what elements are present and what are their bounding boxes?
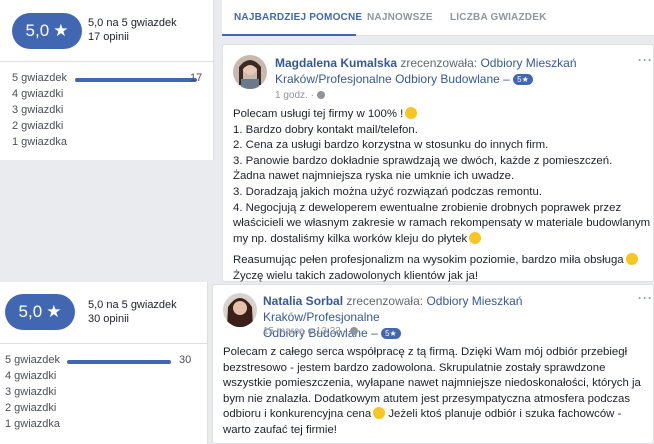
smile-emoji-icon: [373, 407, 386, 420]
rating-row-label: 5 gwiazdek: [12, 72, 68, 84]
rating-value: 5,0: [25, 21, 50, 40]
rating-breakdown: 5 gwiazdek 17 4 gwiazdki 3 gwiazdki 2 gwi…: [12, 72, 207, 152]
rating-row-label: 4 gwiazdki: [12, 88, 64, 100]
author-name[interactable]: Magdalena Kumalska: [275, 56, 397, 70]
rating-row-label: 3 gwiazdki: [12, 104, 64, 116]
review-line: Żadna nawet najmniejsza ryska nie umknie…: [233, 170, 515, 183]
rating-badge: 5★: [381, 328, 401, 340]
rating-row-5[interactable]: 5 gwiazdek 30: [5, 354, 200, 370]
rating-row-label: 2 gwiazdki: [5, 402, 57, 414]
rating-breakdown: 5 gwiazdek 30 4 gwiazdki 3 gwiazdki 2 gwi…: [5, 354, 200, 434]
review-meta: 15 marca o 13:33 ·: [263, 326, 358, 337]
rating-summary-2: 5,0 ★ 5,0 na 5 gwiazdek 30 opinii 5 gwiaz…: [0, 282, 208, 444]
star-icon: ★: [46, 302, 62, 321]
rating-row-label: 1 gwiazdka: [12, 136, 68, 148]
rating-row-label: 4 gwiazdki: [5, 370, 57, 382]
avatar[interactable]: [233, 55, 267, 89]
review-line: odbioru i konkurencyjna cena: [223, 408, 372, 421]
rating-summary-1: 5,0 ★ 5,0 na 5 gwiazdek 17 opinii 5 gwiaz…: [0, 0, 214, 160]
review-line: wszystkie pomieszczenia, wyłapane nawet …: [223, 377, 641, 390]
review-line: 1. Bardzo dobry kontakt mail/telefon.: [233, 123, 418, 136]
rating-out-of: 5,0 na 5 gwiazdek: [88, 17, 177, 29]
review-line: bym nie znalazła. Dodatkowym atutem jest…: [223, 392, 631, 405]
review-line: 3. Doradzają jakich można użyć rozwiązań…: [233, 185, 542, 198]
star-icon: ★: [53, 21, 69, 40]
review-line: Polecam z całego serca współpracę z tą f…: [223, 346, 628, 358]
rating-row-1[interactable]: 1 gwiazdka: [5, 418, 200, 434]
rating-row-count: 17: [190, 72, 203, 84]
smile-emoji-icon: [625, 253, 638, 266]
rating-pill[interactable]: 5,0 ★: [12, 13, 82, 49]
review-line: warto zaufać tej firmie!: [223, 423, 337, 436]
review-line: bezstresowo - jestem bardzo zadowolona. …: [223, 361, 606, 374]
review-post-2: Natalia Sorbal zrecenzowała: Odbiory Mie…: [212, 284, 654, 444]
avatar[interactable]: [223, 293, 257, 327]
author-name[interactable]: Natalia Sorbal: [263, 294, 343, 308]
review-count: 30 opinii: [88, 313, 129, 325]
rating-bar: [67, 360, 171, 364]
review-line: Życzę wielu takich zadowolonych klientów…: [233, 269, 479, 282]
rating-summary-text: 5,0 na 5 gwiazdek 30 opinii: [88, 298, 177, 326]
rating-row-2[interactable]: 2 gwiazdki: [12, 120, 207, 136]
smile-emoji-icon: [469, 231, 482, 244]
review-time[interactable]: 15 marca o 13:33 ·: [263, 326, 347, 337]
globe-icon: [349, 327, 358, 336]
review-line: Polecam usługi tej firmy w 100% !: [233, 108, 404, 120]
rating-row-2[interactable]: 2 gwiazdki: [5, 402, 200, 418]
rating-summary-header: 5,0 ★ 5,0 na 5 gwiazdek 30 opinii: [0, 282, 207, 344]
rating-badge: 5★: [513, 74, 533, 86]
review-header: Magdalena Kumalska zrecenzowała: Odbiory…: [275, 55, 605, 87]
review-line: Jeżeli ktoś planuje odbiór i szuka facho…: [388, 408, 622, 421]
review-post-1: Magdalena Kumalska zrecenzowała: Odbiory…: [222, 44, 654, 282]
page-link[interactable]: Odbiory Mieszkań: [480, 56, 576, 70]
rating-summary-header: 5,0 ★ 5,0 na 5 gwiazdek 17 opinii: [0, 0, 213, 62]
review-line: my np. dostaliśmy kilka worków kleju do …: [233, 232, 468, 245]
review-body: Polecam usługi tej firmy w 100% ! 1. Bar…: [233, 107, 651, 285]
review-line: 2. Cena za usługi bardzo korzystna w sto…: [233, 139, 549, 152]
review-line: 3. Panowie bardzo dokładnie sprawdzają w…: [233, 154, 613, 167]
tab-star-rating[interactable]: LICZBA GWIAZDEK: [450, 12, 547, 23]
globe-icon: [316, 91, 325, 100]
rating-pill[interactable]: 5,0 ★: [5, 294, 75, 330]
rating-row-label: 1 gwiazdka: [5, 418, 61, 430]
rating-row-4[interactable]: 4 gwiazdki: [5, 370, 200, 386]
rating-row-4[interactable]: 4 gwiazdki: [12, 88, 207, 104]
review-verb: zrecenzowała:: [400, 56, 478, 70]
rating-row-1[interactable]: 1 gwiazdka: [12, 136, 207, 152]
rating-row-label: 2 gwiazdki: [12, 120, 64, 132]
rating-row-5[interactable]: 5 gwiazdek 17: [12, 72, 207, 88]
tab-newest[interactable]: NAJNOWSZE: [367, 12, 433, 23]
review-count: 17 opinii: [88, 31, 129, 43]
rating-summary-text: 5,0 na 5 gwiazdek 17 opinii: [88, 16, 177, 44]
active-tab-indicator: [222, 34, 356, 36]
rating-value: 5,0: [18, 302, 43, 321]
rating-row-3[interactable]: 3 gwiazdki: [5, 386, 200, 402]
review-body: Polecam z całego serca współpracę z tą f…: [223, 345, 651, 439]
review-verb: zrecenzowała:: [346, 294, 424, 308]
rating-out-of: 5,0 na 5 gwiazdek: [88, 299, 177, 311]
rating-row-count: 30: [179, 354, 192, 366]
rating-row-label: 3 gwiazdki: [5, 386, 57, 398]
page-link[interactable]: Kraków/Profesjonalne Odbiory Budowlane –: [275, 72, 510, 86]
smile-emoji-icon: [405, 107, 418, 119]
review-line: Reasumując pełen profesjonalizm na wysok…: [233, 254, 624, 267]
review-meta: 1 godz. ·: [275, 90, 325, 101]
rating-row-label: 5 gwiazdek: [5, 354, 61, 366]
rating-row-3[interactable]: 3 gwiazdki: [12, 104, 207, 120]
tab-most-helpful[interactable]: NAJBARDZIEJ POMOCNE: [234, 12, 362, 23]
review-time[interactable]: 1 godz. ·: [275, 90, 314, 101]
rating-bar: [75, 78, 197, 82]
review-tabs: NAJBARDZIEJ POMOCNE NAJNOWSZE LICZBA GWI…: [222, 0, 654, 36]
more-options-icon[interactable]: ···: [638, 53, 653, 67]
more-options-icon[interactable]: ···: [638, 291, 653, 305]
review-line: 4. Negocjują z deweloperem ewentualne zr…: [233, 201, 622, 214]
review-line: właścicieli we własnym zakresie w ramach…: [233, 217, 651, 230]
